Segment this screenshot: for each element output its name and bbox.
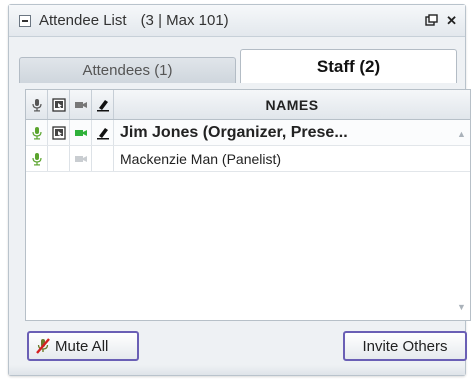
staff-table: NAMES Jim Jones (Organizer, Prese... Mac… [25, 89, 471, 321]
mute-all-button[interactable]: Mute All [27, 331, 139, 361]
video-column-icon[interactable] [70, 90, 92, 119]
annotate-icon[interactable] [92, 120, 114, 145]
tab-staff[interactable]: Staff (2) [240, 49, 457, 83]
tab-bar: Attendees (1) Staff (2) [19, 49, 457, 83]
collapse-button[interactable] [19, 14, 31, 27]
attendee-name: Mackenzie Man (Panelist) [120, 150, 282, 167]
title-bar: Attendee List (3 | Max 101) ✕ [9, 5, 465, 37]
invite-others-label: Invite Others [362, 337, 448, 355]
screen-share-icon[interactable] [48, 120, 70, 145]
annotate-empty-cell [92, 146, 114, 171]
video-on-icon[interactable] [70, 120, 92, 145]
screen-share-column-icon[interactable] [48, 90, 70, 119]
panel-bottom-edge [9, 365, 465, 375]
names-column-header[interactable]: NAMES [114, 90, 470, 119]
popout-icon[interactable] [425, 14, 438, 27]
mic-on-icon[interactable] [26, 146, 48, 171]
table-header: NAMES [26, 90, 470, 120]
scroll-down-icon[interactable]: ▼ [457, 302, 466, 312]
attendee-count: (3 | Max 101) [140, 12, 229, 29]
mic-column-icon[interactable] [26, 90, 48, 119]
attendee-list-panel: Attendee List (3 | Max 101) ✕ Attendees … [8, 4, 471, 376]
close-icon[interactable]: ✕ [446, 14, 457, 27]
annotate-column-icon[interactable] [92, 90, 114, 119]
panel-title: Attendee List [39, 12, 127, 29]
scroll-up-icon[interactable]: ▲ [457, 129, 466, 139]
mic-on-icon[interactable] [26, 120, 48, 145]
table-row[interactable]: Jim Jones (Organizer, Prese... [26, 120, 470, 146]
screen-share-empty-cell [48, 146, 70, 171]
mute-icon [35, 337, 51, 355]
invite-others-button[interactable]: Invite Others [343, 331, 467, 361]
tab-attendees[interactable]: Attendees (1) [19, 57, 236, 83]
table-row[interactable]: Mackenzie Man (Panelist) [26, 146, 470, 172]
vertical-scrollbar[interactable]: ▲ ▼ [452, 121, 470, 320]
mute-all-label: Mute All [55, 337, 109, 355]
video-off-icon[interactable] [70, 146, 92, 171]
attendee-name: Jim Jones (Organizer, Prese... [120, 123, 348, 141]
